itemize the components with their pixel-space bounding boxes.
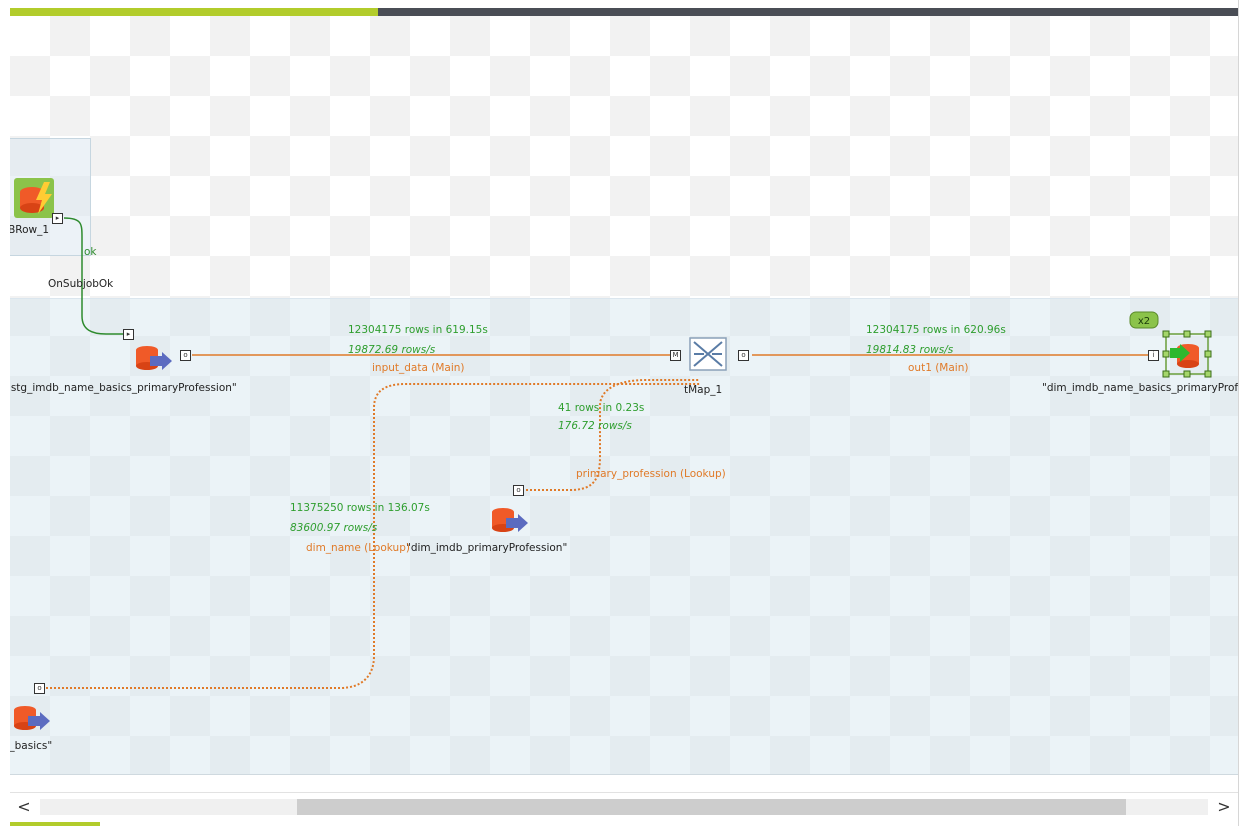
dbrow-trigger-port[interactable]: ▸	[52, 213, 63, 224]
parallel-badge: x2	[1129, 311, 1159, 329]
onsubjob-trigger-line	[63, 217, 124, 335]
lookup-prof-label[interactable]: "dim_imdb_primaryProfession"	[406, 542, 567, 555]
input-data-conn-label[interactable]: input_data (Main)	[372, 362, 465, 375]
lookup-name-label[interactable]: "dim_imdb_name_basics"	[10, 740, 52, 753]
ok-label: ok	[84, 246, 97, 258]
execution-progress-bar	[10, 8, 1238, 16]
lookup-name-out-port[interactable]: o	[34, 683, 45, 694]
db-row-lightning-icon	[14, 178, 54, 218]
progress-fill	[10, 8, 379, 16]
db-output-icon	[1162, 330, 1212, 378]
out1-rows: 12304175 rows in 620.96s	[866, 324, 1006, 336]
primary-profession-rows: 41 rows in 0.23s	[558, 402, 645, 414]
out1-rate: 19814.83 rows/s	[866, 344, 954, 356]
lookup-prof-out-port[interactable]: o	[513, 485, 524, 496]
input-data-rate: 19872.69 rows/s	[348, 344, 436, 356]
input-onsubjob-port[interactable]: ▸	[123, 329, 134, 340]
scroll-track[interactable]	[40, 799, 1208, 815]
onsubjob-label[interactable]: OnSubjobOk	[48, 278, 113, 291]
scroll-right-arrow[interactable]: >	[1214, 797, 1234, 817]
dbrow-label[interactable]: DBRow_1	[10, 224, 49, 237]
scroll-thumb[interactable]	[296, 799, 1127, 815]
flow-lines: x2	[14, 178, 1212, 730]
canvas-bottom-border	[10, 774, 1238, 775]
dim-name-rows: 11375250 rows in 136.07s	[290, 502, 430, 514]
tmap-icon	[689, 337, 727, 371]
db-input-icon	[136, 346, 172, 370]
tmap-out-port[interactable]: o	[738, 350, 749, 361]
db-input-icon	[14, 706, 50, 730]
tmap-label[interactable]: tMap_1	[684, 384, 722, 397]
tmap-in-port[interactable]: M	[670, 350, 681, 361]
primary-profession-conn-label[interactable]: primary_profession (Lookup)	[576, 468, 726, 481]
dim-name-rate: 83600.97 rows/s	[290, 522, 378, 534]
input-out-port[interactable]: o	[180, 350, 191, 361]
dim-name-conn-label[interactable]: dim_name (Lookup)	[306, 542, 410, 555]
output-in-port[interactable]: i	[1148, 350, 1159, 361]
scroll-left-arrow[interactable]: <	[14, 797, 34, 817]
tab-accent	[10, 822, 100, 826]
design-canvas[interactable]: x2 ▸ ▸ o M o i o o DBRow_1 "stg_imdb_nam…	[10, 16, 1238, 774]
db-input-icon	[492, 508, 528, 532]
horizontal-scrollbar[interactable]: < >	[10, 792, 1238, 821]
out1-conn-label[interactable]: out1 (Main)	[908, 362, 968, 375]
primary-profession-rate: 176.72 rows/s	[558, 420, 632, 432]
job-designer: x2 ▸ ▸ o M o i o o DBRow_1 "stg_imdb_nam…	[0, 0, 1256, 826]
input-data-rows: 12304175 rows in 619.15s	[348, 324, 488, 336]
right-edge	[1238, 0, 1256, 826]
parallel-badge-text: x2	[1138, 316, 1150, 327]
input-component-label[interactable]: "stg_imdb_name_basics_primaryProfession"	[10, 382, 237, 395]
output-component-label[interactable]: "dim_imdb_name_basics_primaryProfession"	[1042, 382, 1238, 395]
